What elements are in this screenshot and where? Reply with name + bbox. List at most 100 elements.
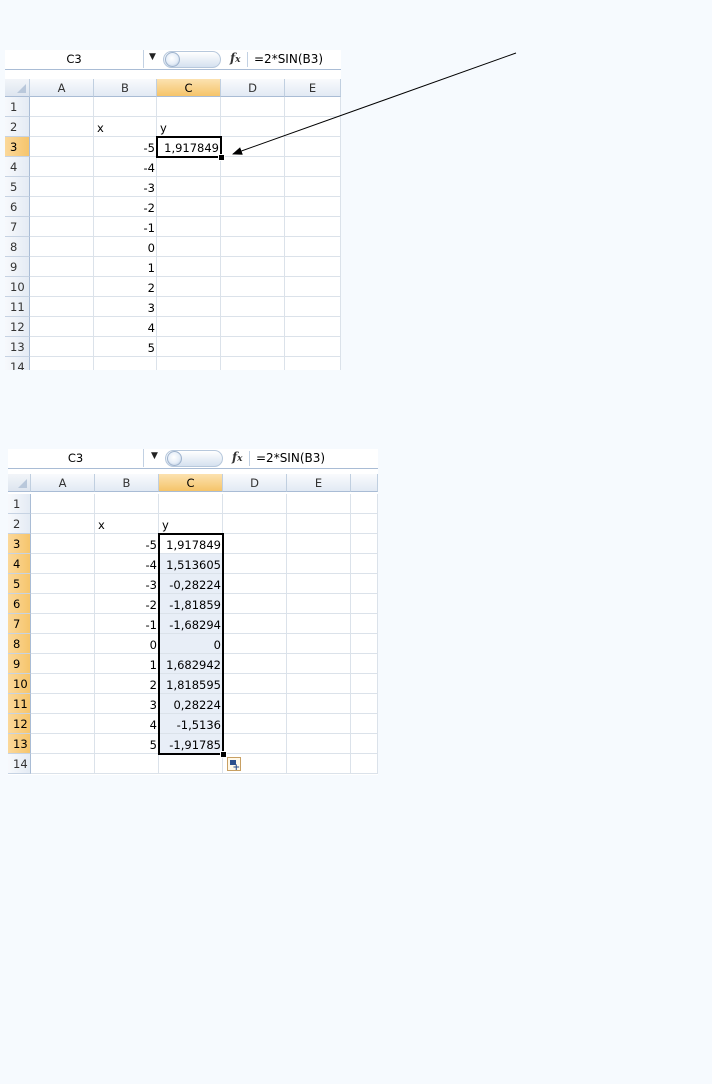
cell-d3[interactable] bbox=[223, 534, 287, 554]
cell-d11[interactable] bbox=[223, 694, 287, 714]
fill-handle[interactable] bbox=[220, 751, 227, 758]
cell-d7[interactable] bbox=[223, 614, 287, 634]
cell-b1[interactable] bbox=[95, 494, 159, 514]
column-header-a[interactable]: A bbox=[31, 474, 95, 492]
cell-e11[interactable] bbox=[287, 694, 351, 714]
cell-d4[interactable] bbox=[223, 554, 287, 574]
row-header-1[interactable]: 1 bbox=[8, 494, 31, 514]
cell-a7[interactable] bbox=[31, 614, 95, 634]
cell-f1[interactable] bbox=[351, 494, 378, 514]
cell-d8[interactable] bbox=[223, 634, 287, 654]
cell-d5[interactable] bbox=[223, 574, 287, 594]
cell-e3[interactable] bbox=[287, 534, 351, 554]
cell-c1[interactable] bbox=[159, 494, 223, 514]
cell-d10[interactable] bbox=[223, 674, 287, 694]
cell-f8[interactable] bbox=[351, 634, 378, 654]
row-header-6[interactable]: 6 bbox=[8, 594, 31, 614]
cell-c14[interactable] bbox=[159, 754, 223, 774]
cell-a10[interactable] bbox=[31, 674, 95, 694]
cell-b3[interactable]: -5 bbox=[95, 534, 159, 554]
row-header-12[interactable]: 12 bbox=[8, 714, 31, 734]
cell-c9[interactable]: 1,682942 bbox=[159, 654, 223, 674]
chevron-down-icon[interactable]: ▼ bbox=[151, 451, 158, 461]
cell-b8[interactable]: 0 bbox=[95, 634, 159, 654]
cell-d13[interactable] bbox=[223, 734, 287, 754]
cell-a9[interactable] bbox=[31, 654, 95, 674]
cell-b4[interactable]: -4 bbox=[95, 554, 159, 574]
cell-c2-y-header[interactable]: y bbox=[159, 514, 223, 534]
cell-d1[interactable] bbox=[223, 494, 287, 514]
row-header-9[interactable]: 9 bbox=[8, 654, 31, 674]
row-header-8[interactable]: 8 bbox=[8, 634, 31, 654]
row-header-11[interactable]: 11 bbox=[8, 694, 31, 714]
cell-d2[interactable] bbox=[223, 514, 287, 534]
column-header-b[interactable]: B bbox=[95, 474, 159, 492]
cell-e1[interactable] bbox=[287, 494, 351, 514]
cell-c11[interactable]: 0,28224 bbox=[159, 694, 223, 714]
cell-e10[interactable] bbox=[287, 674, 351, 694]
cell-e8[interactable] bbox=[287, 634, 351, 654]
cell-c5[interactable]: -0,28224 bbox=[159, 574, 223, 594]
cell-e12[interactable] bbox=[287, 714, 351, 734]
cell-f7[interactable] bbox=[351, 614, 378, 634]
cell-b14[interactable] bbox=[95, 754, 159, 774]
column-header-d[interactable]: D bbox=[223, 474, 287, 492]
cell-c7[interactable]: -1,68294 bbox=[159, 614, 223, 634]
cell-f12[interactable] bbox=[351, 714, 378, 734]
cell-f10[interactable] bbox=[351, 674, 378, 694]
cell-a2[interactable] bbox=[31, 514, 95, 534]
cell-f3[interactable] bbox=[351, 534, 378, 554]
select-all-corner[interactable] bbox=[8, 474, 31, 492]
formula-cancel-icon[interactable] bbox=[167, 451, 182, 466]
column-header-e[interactable]: E bbox=[287, 474, 351, 492]
cell-e6[interactable] bbox=[287, 594, 351, 614]
cell-f2[interactable] bbox=[351, 514, 378, 534]
formula-input[interactable]: =2*SIN(B3) bbox=[256, 449, 325, 467]
cell-a1[interactable] bbox=[31, 494, 95, 514]
cell-c8[interactable]: 0 bbox=[159, 634, 223, 654]
cell-a14[interactable] bbox=[31, 754, 95, 774]
cell-f11[interactable] bbox=[351, 694, 378, 714]
cell-a13[interactable] bbox=[31, 734, 95, 754]
cell-a3[interactable] bbox=[31, 534, 95, 554]
cell-e2[interactable] bbox=[287, 514, 351, 534]
cell-e13[interactable] bbox=[287, 734, 351, 754]
cell-f13[interactable] bbox=[351, 734, 378, 754]
fx-icon[interactable]: fx bbox=[232, 450, 243, 464]
cell-e4[interactable] bbox=[287, 554, 351, 574]
cell-b2-x-header[interactable]: x bbox=[95, 514, 159, 534]
cell-e14[interactable] bbox=[287, 754, 351, 774]
cell-f6[interactable] bbox=[351, 594, 378, 614]
autofill-options-icon[interactable] bbox=[227, 757, 241, 773]
cell-e5[interactable] bbox=[287, 574, 351, 594]
cell-b6[interactable]: -2 bbox=[95, 594, 159, 614]
cell-b10[interactable]: 2 bbox=[95, 674, 159, 694]
cell-a6[interactable] bbox=[31, 594, 95, 614]
cell-a5[interactable] bbox=[31, 574, 95, 594]
row-header-7[interactable]: 7 bbox=[8, 614, 31, 634]
row-header-5[interactable]: 5 bbox=[8, 574, 31, 594]
cell-c12[interactable]: -1,5136 bbox=[159, 714, 223, 734]
cell-b7[interactable]: -1 bbox=[95, 614, 159, 634]
cell-f4[interactable] bbox=[351, 554, 378, 574]
row-header-4[interactable]: 4 bbox=[8, 554, 31, 574]
cell-b5[interactable]: -3 bbox=[95, 574, 159, 594]
cell-f9[interactable] bbox=[351, 654, 378, 674]
cell-a11[interactable] bbox=[31, 694, 95, 714]
column-header-c[interactable]: C bbox=[159, 474, 223, 492]
cell-e9[interactable] bbox=[287, 654, 351, 674]
cell-b11[interactable]: 3 bbox=[95, 694, 159, 714]
cell-c10[interactable]: 1,818595 bbox=[159, 674, 223, 694]
cell-f14[interactable] bbox=[351, 754, 378, 774]
cell-c4[interactable]: 1,513605 bbox=[159, 554, 223, 574]
cell-f5[interactable] bbox=[351, 574, 378, 594]
cell-b12[interactable]: 4 bbox=[95, 714, 159, 734]
cell-c3[interactable]: 1,917849 bbox=[159, 534, 223, 554]
row-header-3[interactable]: 3 bbox=[8, 534, 31, 554]
cell-a8[interactable] bbox=[31, 634, 95, 654]
row-header-10[interactable]: 10 bbox=[8, 674, 31, 694]
row-header-13[interactable]: 13 bbox=[8, 734, 31, 754]
cell-e7[interactable] bbox=[287, 614, 351, 634]
cell-a12[interactable] bbox=[31, 714, 95, 734]
row-header-14[interactable]: 14 bbox=[8, 754, 31, 774]
